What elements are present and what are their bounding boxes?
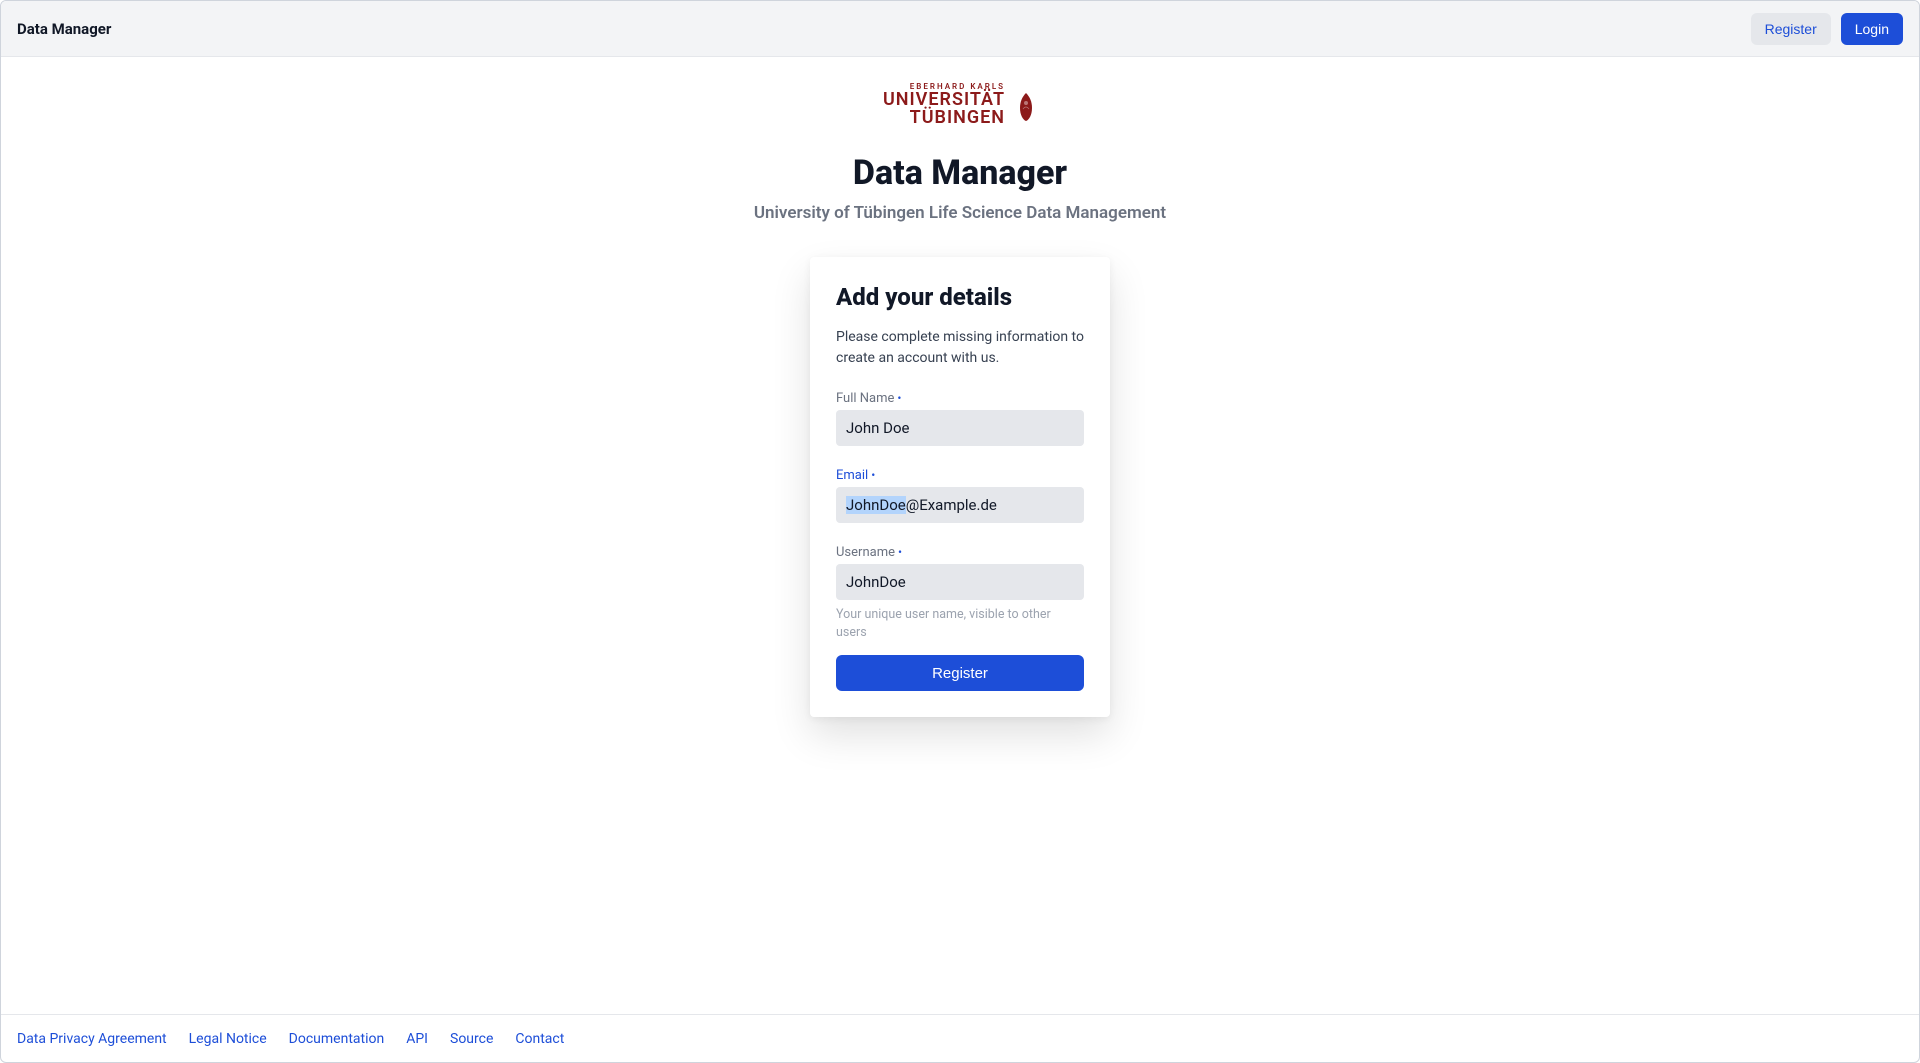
email-input[interactable]: JohnDoe@Example.de xyxy=(836,487,1084,523)
username-input[interactable] xyxy=(836,564,1084,600)
full-name-input[interactable] xyxy=(836,410,1084,446)
card-description: Please complete missing information to c… xyxy=(836,327,1084,369)
email-field-wrapper: Email• JohnDoe@Example.de xyxy=(836,468,1084,523)
username-label: Username• xyxy=(836,545,1084,560)
footer-link-contact[interactable]: Contact xyxy=(515,1031,564,1047)
university-text: EBERHARD KARLS UNIVERSITÄT TÜBINGEN xyxy=(883,83,1005,127)
header-actions: Register Login xyxy=(1751,13,1903,45)
email-rest-text: @Example.de xyxy=(906,496,997,514)
full-name-label-text: Full Name xyxy=(836,391,894,406)
footer-link-source[interactable]: Source xyxy=(450,1031,493,1047)
card-title: Add your details xyxy=(836,283,1084,311)
footer-link-api[interactable]: API xyxy=(406,1031,428,1047)
crest-icon xyxy=(1015,91,1037,127)
footer: Data Privacy Agreement Legal Notice Docu… xyxy=(1,1014,1919,1062)
university-logo: EBERHARD KARLS UNIVERSITÄT TÜBINGEN xyxy=(883,83,1037,127)
register-submit-button[interactable]: Register xyxy=(836,655,1084,691)
username-helper: Your unique user name, visible to other … xyxy=(836,606,1084,641)
login-header-button[interactable]: Login xyxy=(1841,13,1903,45)
full-name-label: Full Name• xyxy=(836,391,1084,406)
registration-card: Add your details Please complete missing… xyxy=(810,257,1110,717)
register-header-button[interactable]: Register xyxy=(1751,13,1831,45)
required-indicator: • xyxy=(871,468,875,482)
page-title: Data Manager xyxy=(853,153,1067,193)
footer-link-documentation[interactable]: Documentation xyxy=(289,1031,385,1047)
email-selected-text: JohnDoe xyxy=(846,496,906,514)
required-indicator: • xyxy=(898,545,902,559)
uni-line3: TÜBINGEN xyxy=(883,109,1005,127)
page-subtitle: University of Tübingen Life Science Data… xyxy=(754,203,1166,223)
username-field-wrapper: Username• Your unique user name, visible… xyxy=(836,545,1084,641)
top-header: Data Manager Register Login xyxy=(1,1,1919,57)
required-indicator: • xyxy=(897,391,901,405)
app-name: Data Manager xyxy=(17,20,111,38)
email-label-text: Email xyxy=(836,468,868,483)
footer-link-privacy[interactable]: Data Privacy Agreement xyxy=(17,1031,167,1047)
username-label-text: Username xyxy=(836,545,895,560)
full-name-field-wrapper: Full Name• xyxy=(836,391,1084,446)
footer-link-legal[interactable]: Legal Notice xyxy=(189,1031,267,1047)
email-label: Email• xyxy=(836,468,1084,483)
main-content: EBERHARD KARLS UNIVERSITÄT TÜBINGEN Data… xyxy=(1,57,1919,1014)
